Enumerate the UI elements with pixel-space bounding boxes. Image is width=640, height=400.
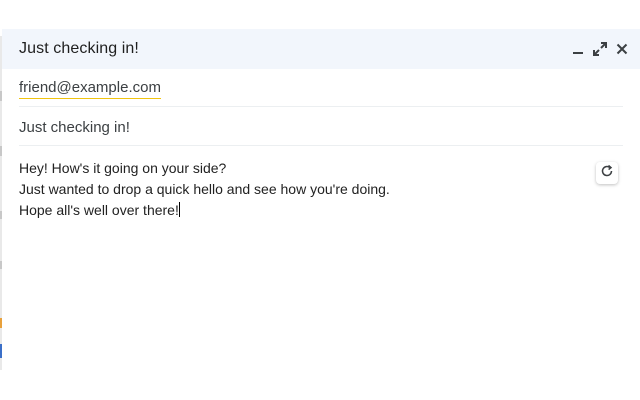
page: Just checking in! friend@example.com Jus… bbox=[0, 0, 640, 400]
close-icon[interactable] bbox=[613, 40, 630, 57]
compose-window: Just checking in! friend@example.com Jus… bbox=[2, 29, 640, 371]
compose-title: Just checking in! bbox=[19, 40, 139, 57]
refresh-button[interactable] bbox=[596, 162, 618, 184]
compose-header[interactable]: Just checking in! bbox=[2, 29, 640, 69]
expand-icon[interactable] bbox=[591, 40, 608, 57]
subject-field[interactable]: Just checking in! bbox=[19, 107, 623, 146]
recipient-chip[interactable]: friend@example.com bbox=[19, 79, 161, 99]
header-controls bbox=[569, 40, 630, 57]
text-caret bbox=[178, 202, 180, 217]
minimize-icon[interactable] bbox=[569, 40, 586, 57]
body-line: Hey! How's it going on your side? bbox=[19, 160, 227, 176]
subject-text: Just checking in! bbox=[19, 119, 130, 136]
body-line: Hope all's well over there! bbox=[19, 202, 179, 218]
body-line: Just wanted to drop a quick hello and se… bbox=[19, 181, 390, 197]
body-line-with-caret: Hope all's well over there! bbox=[19, 200, 579, 221]
refresh-icon bbox=[600, 164, 614, 183]
to-field[interactable]: friend@example.com bbox=[19, 69, 623, 107]
message-body[interactable]: Hey! How's it going on your side? Just w… bbox=[19, 158, 579, 221]
